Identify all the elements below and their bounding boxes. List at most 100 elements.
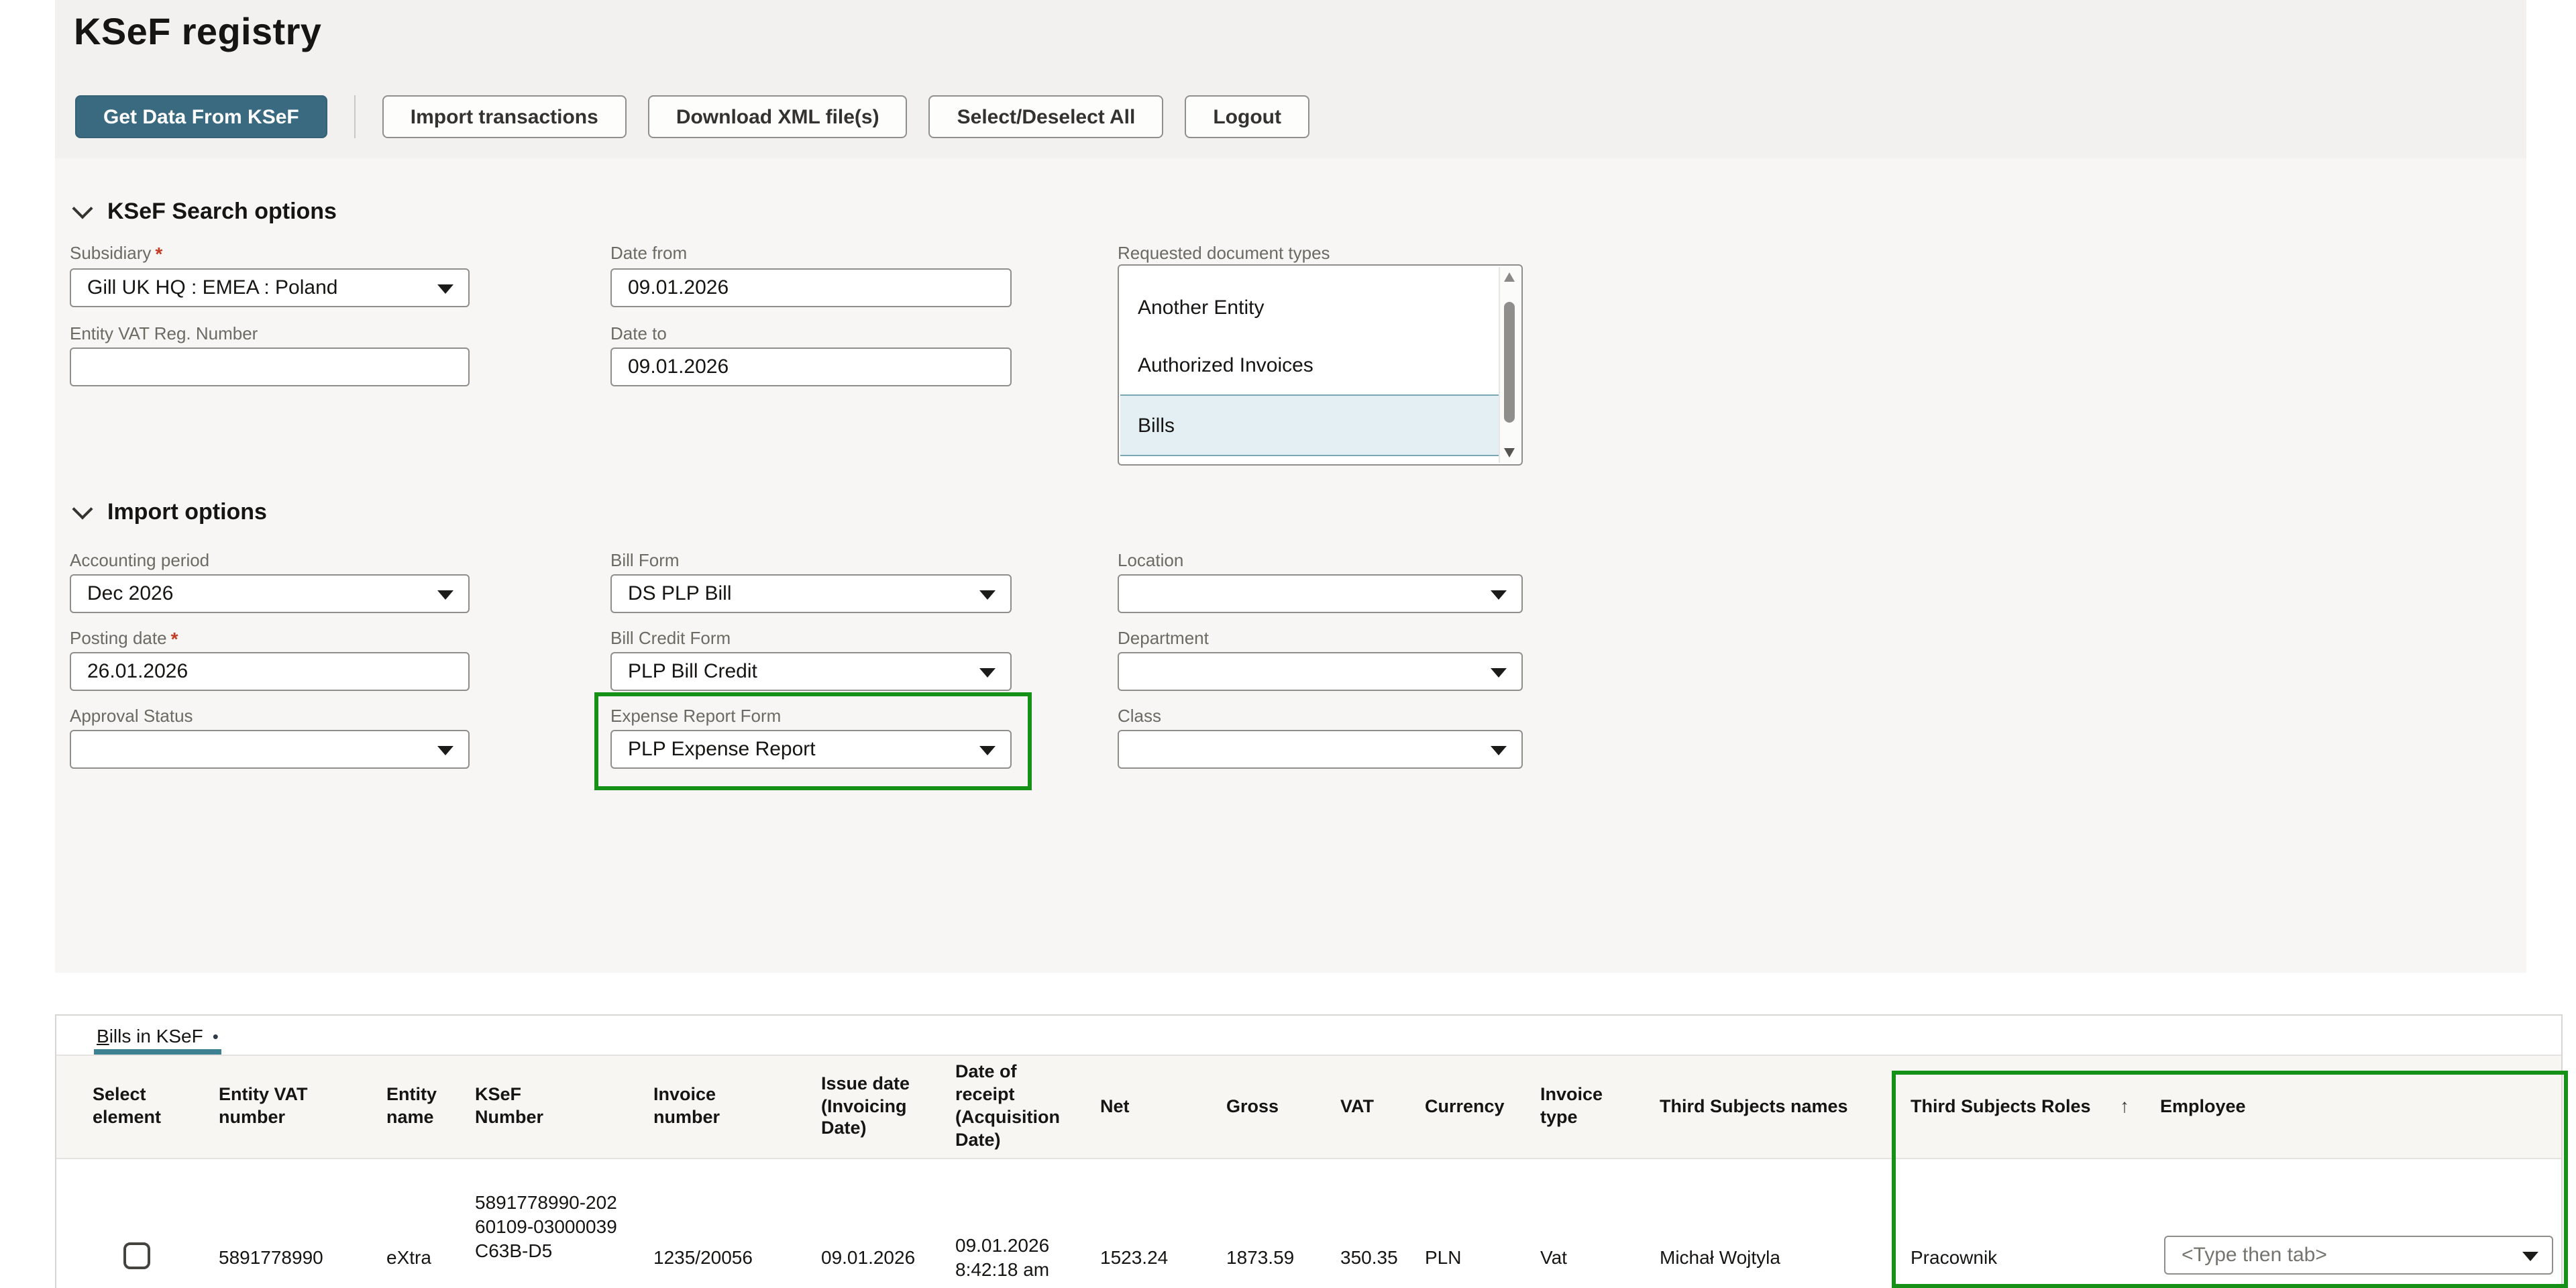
toolbar: Get Data From KSeF Import transactions D… xyxy=(75,95,1309,138)
col-header-issue-date[interactable]: Issue date (Invoicing Date) xyxy=(821,1055,928,1159)
required-asterisk: * xyxy=(171,628,178,649)
cell-currency: PLN xyxy=(1425,1245,1461,1269)
cell-invoice-type: Vat xyxy=(1540,1245,1567,1269)
expense-report-form-value: PLP Expense Report xyxy=(628,738,816,761)
col-header-currency[interactable]: Currency xyxy=(1425,1055,1519,1159)
chevron-down-icon xyxy=(72,198,93,219)
dropdown-caret-icon xyxy=(979,745,996,755)
col-header-third-subjects-names[interactable]: Third Subjects names xyxy=(1660,1055,1894,1159)
doc-types-listbox[interactable]: Another Entity Authorized Invoices Bills xyxy=(1118,264,1523,466)
employee-combobox[interactable] xyxy=(2164,1236,2553,1275)
scroll-down-icon[interactable] xyxy=(1504,448,1515,458)
expense-report-form-select[interactable]: PLP Expense Report xyxy=(610,730,1012,769)
col-header-employee[interactable]: Employee xyxy=(2160,1055,2294,1159)
ksef-search-options-heading: KSeF Search options xyxy=(107,199,337,225)
cell-net: 1523.24 xyxy=(1100,1245,1168,1269)
location-select[interactable] xyxy=(1118,574,1523,613)
select-deselect-all-button[interactable]: Select/Deselect All xyxy=(929,95,1164,138)
dropdown-caret-icon xyxy=(2522,1251,2538,1260)
location-label: Location xyxy=(1118,550,1183,570)
col-header-select-element[interactable]: Select element xyxy=(93,1055,173,1159)
cell-date-of-receipt: 09.01.2026 8:42:18 am xyxy=(955,1233,1083,1282)
col-header-entity-vat-number[interactable]: Entity VAT number xyxy=(219,1055,315,1159)
col-header-vat[interactable]: VAT xyxy=(1340,1055,1401,1159)
bill-credit-form-label: Bill Credit Form xyxy=(610,628,731,648)
posting-date-label: Posting date* xyxy=(70,628,178,649)
get-data-from-ksef-button[interactable]: Get Data From KSeF xyxy=(75,95,327,138)
cell-ksef-number: 5891778990-20260109-03000039C63B-D5 xyxy=(475,1190,625,1263)
date-to-input[interactable] xyxy=(610,347,1012,386)
accounting-period-select[interactable]: Dec 2026 xyxy=(70,574,470,613)
dropdown-caret-icon xyxy=(1491,590,1507,599)
cell-entity-name: eXtra xyxy=(386,1245,431,1269)
sort-ascending-icon[interactable]: ↑ xyxy=(2120,1055,2147,1159)
approval-status-label: Approval Status xyxy=(70,706,193,726)
col-header-gross[interactable]: Gross xyxy=(1226,1055,1300,1159)
col-header-invoice-type[interactable]: Invoice type xyxy=(1540,1055,1621,1159)
date-to-label: Date to xyxy=(610,323,667,343)
subsidiary-value: Gill UK HQ : EMEA : Poland xyxy=(87,276,337,299)
cell-issue-date: 09.01.2026 xyxy=(821,1245,915,1269)
import-options-section-header[interactable]: Import options xyxy=(75,499,267,526)
row-select-checkbox[interactable] xyxy=(123,1242,150,1269)
dropdown-caret-icon xyxy=(979,590,996,599)
subsidiary-select[interactable]: Gill UK HQ : EMEA : Poland xyxy=(70,268,470,307)
import-transactions-button[interactable]: Import transactions xyxy=(382,95,627,138)
date-from-input[interactable] xyxy=(610,268,1012,307)
bill-credit-form-value: PLP Bill Credit xyxy=(628,660,757,683)
col-header-date-of-receipt[interactable]: Date of receipt (Acquisition Date) xyxy=(955,1055,1076,1159)
toolbar-divider xyxy=(354,95,356,138)
cell-third-subjects-names: Michał Wojtyla xyxy=(1660,1245,1780,1269)
bills-table-container: Bills in KSeF• Select element Entity VAT… xyxy=(55,1014,2563,1288)
active-tab-underline xyxy=(94,1049,221,1055)
subsidiary-label: Subsidiary* xyxy=(70,243,162,264)
col-header-net[interactable]: Net xyxy=(1100,1055,1167,1159)
class-select[interactable] xyxy=(1118,730,1523,769)
cell-invoice-number: 1235/20056 xyxy=(653,1245,753,1269)
entity-vat-label: Entity VAT Reg. Number xyxy=(70,323,258,343)
department-select[interactable] xyxy=(1118,652,1523,691)
logout-button[interactable]: Logout xyxy=(1185,95,1309,138)
bill-form-value: DS PLP Bill xyxy=(628,582,732,605)
expense-report-form-label: Expense Report Form xyxy=(610,706,781,726)
required-asterisk: * xyxy=(155,243,162,264)
col-header-invoice-number[interactable]: Invoice number xyxy=(653,1055,747,1159)
bill-form-select[interactable]: DS PLP Bill xyxy=(610,574,1012,613)
accounting-period-value: Dec 2026 xyxy=(87,582,173,605)
col-header-ksef-number[interactable]: KSeF Number xyxy=(475,1055,582,1159)
doc-type-option-authorized-invoices[interactable]: Authorized Invoices xyxy=(1120,337,1499,394)
dropdown-caret-icon xyxy=(437,745,453,755)
dropdown-caret-icon xyxy=(1491,745,1507,755)
employee-input[interactable] xyxy=(2164,1236,2553,1275)
department-label: Department xyxy=(1118,628,1209,648)
tab-dirty-indicator: • xyxy=(213,1026,219,1046)
entity-vat-input[interactable] xyxy=(70,347,470,386)
download-xml-button[interactable]: Download XML file(s) xyxy=(648,95,908,138)
cell-gross: 1873.59 xyxy=(1226,1245,1294,1269)
tab-bills-in-ksef[interactable]: Bills in KSeF• xyxy=(97,1025,219,1046)
class-label: Class xyxy=(1118,706,1161,726)
ksef-search-options-section-header[interactable]: KSeF Search options xyxy=(75,199,337,225)
cell-third-subjects-roles: Pracownik xyxy=(1911,1245,1997,1269)
dropdown-caret-icon xyxy=(979,667,996,677)
accounting-period-label: Accounting period xyxy=(70,550,209,570)
page-title: KSeF registry xyxy=(74,11,321,54)
dropdown-caret-icon xyxy=(437,284,453,293)
posting-date-input[interactable] xyxy=(70,652,470,691)
doc-type-option-bills[interactable]: Bills xyxy=(1120,394,1499,456)
date-from-label: Date from xyxy=(610,243,687,263)
cell-entity-vat-number: 5891778990 xyxy=(219,1245,323,1269)
doc-type-option-another-entity[interactable]: Another Entity xyxy=(1120,279,1499,337)
dropdown-caret-icon xyxy=(1491,667,1507,677)
import-options-heading: Import options xyxy=(107,499,267,526)
col-header-third-subjects-roles[interactable]: Third Subjects Roles xyxy=(1911,1055,2112,1159)
chevron-down-icon xyxy=(72,498,93,519)
scroll-up-icon[interactable] xyxy=(1504,272,1515,282)
cell-vat: 350.35 xyxy=(1340,1245,1398,1269)
scrollbar-thumb[interactable] xyxy=(1504,302,1515,423)
bill-form-label: Bill Form xyxy=(610,550,680,570)
col-header-entity-name[interactable]: Entity name xyxy=(386,1055,456,1159)
listbox-scrollbar[interactable] xyxy=(1499,267,1520,463)
bill-credit-form-select[interactable]: PLP Bill Credit xyxy=(610,652,1012,691)
approval-status-select[interactable] xyxy=(70,730,470,769)
